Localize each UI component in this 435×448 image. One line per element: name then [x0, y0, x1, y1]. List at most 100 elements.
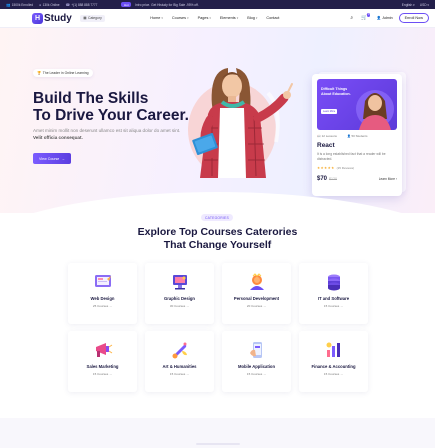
course-rating: ★★★★★ (15 Reviews): [317, 166, 397, 170]
promo-banner[interactable]: Hot Intro price. Get Histudy for Big Sal…: [121, 2, 199, 7]
phone-icon: ☎: [65, 2, 70, 7]
topbar-right: English ▾ USD ▾: [397, 3, 429, 7]
categories-heading: Explore Top Courses Caterories That Chan…: [0, 226, 435, 252]
search-icon[interactable]: ⌕: [350, 15, 353, 21]
currency-label: USD: [419, 2, 427, 7]
category-count: 25 Courses →: [92, 304, 113, 308]
course-price: $70: [317, 176, 328, 183]
category-name: Personal Development: [233, 296, 280, 301]
phone-info[interactable]: ☎ +(1) 888 888 7777: [66, 3, 98, 7]
category-card-finance-accounting[interactable]: Finance & Accounting 15 Courses →: [299, 331, 368, 392]
graphic-design-icon: [172, 275, 187, 290]
category-card-web-design[interactable]: Web Design 25 Courses →: [68, 263, 137, 324]
lessons-count: 📖 12 Lessons: [317, 134, 337, 138]
category-count-label: 30 Courses: [169, 304, 186, 308]
nav-item-courses[interactable]: Courses ▾: [172, 16, 189, 20]
course-card[interactable]: Difficult Things About Education. Learn …: [312, 74, 402, 196]
category-card-it-software[interactable]: IT and Software 15 Courses →: [299, 263, 368, 324]
leader-badge: 🏆 The Leader in Online Learning: [33, 69, 93, 77]
hero-subtitle-text: Amet minim mollit non deserunt ullamco e…: [33, 128, 181, 133]
category-count-label: 15 Courses: [323, 372, 340, 376]
phone-text: +(1) 888 888 7777: [71, 2, 98, 7]
trophy-icon: 🏆: [37, 71, 42, 75]
category-count: 15 Courses →: [323, 372, 344, 376]
logo[interactable]: H Study: [32, 12, 72, 24]
nav-item-pages[interactable]: Pages ▾: [198, 16, 211, 20]
category-button[interactable]: ▦ Category: [79, 14, 106, 22]
personal-development-icon: [249, 273, 264, 290]
grid-icon: ▦: [83, 16, 87, 20]
mobile-application-icon: [249, 342, 262, 358]
reviews-count: (15 Reviews): [336, 166, 355, 171]
nav-label: Blog: [247, 16, 255, 20]
cart-count: 0: [366, 13, 371, 17]
view-course-label: View Course: [39, 156, 60, 161]
course-old-price: $120: [329, 177, 338, 182]
nav-label: Pages: [197, 16, 209, 20]
category-card-art-humanities[interactable]: Art & Humanities 15 Courses →: [145, 331, 214, 392]
categories-heading-line1: Explore Top Courses Caterories: [137, 226, 298, 238]
category-name: Graphic Design: [164, 296, 195, 301]
category-count: 15 Courses →: [169, 372, 190, 376]
chevron-down-icon: ▾: [161, 16, 163, 20]
category-name: Art & Humanities: [162, 364, 197, 369]
admin-link[interactable]: 👤 Admin: [376, 16, 392, 20]
categories-pill: CATEGORIES: [201, 214, 233, 221]
learn-more-link[interactable]: Learn More ›: [379, 177, 397, 181]
category-name: Mobile Application: [237, 364, 276, 369]
instructor-photo: [356, 90, 394, 130]
nav-label: Courses: [171, 16, 187, 20]
chevron-down-icon: ▾: [187, 16, 189, 20]
course-card-image: Difficult Things About Education. Learn …: [317, 79, 397, 130]
hero-student-image: [188, 68, 293, 178]
lessons-label: 12 Lessons: [321, 134, 337, 138]
nav-item-contact[interactable]: Contact: [266, 16, 279, 20]
category-card-graphic-design[interactable]: Graphic Design 30 Courses →: [145, 263, 214, 324]
category-name: Finance & Accounting: [311, 364, 356, 369]
category-card-mobile-application[interactable]: Mobile Application 15 Courses →: [222, 331, 291, 392]
chevron-down-icon: ▾: [209, 16, 211, 20]
category-count: 15 Courses →: [246, 372, 267, 376]
nav-item-home[interactable]: Home ▾: [150, 16, 163, 20]
course-title[interactable]: React: [317, 142, 397, 149]
nav-label: Contact: [266, 16, 280, 20]
course-meta: 📖 12 Lessons 👤 50 Students: [317, 134, 397, 138]
online-info: ● 130k Online: [39, 3, 60, 7]
nav-item-blog[interactable]: Blog ▾: [247, 16, 257, 20]
section-divider: [196, 443, 240, 445]
user-icon: 👤: [376, 16, 381, 20]
view-course-button[interactable]: View Course →: [33, 153, 71, 164]
category-count-label: 15 Courses: [92, 372, 109, 376]
users-icon: 👥: [6, 2, 11, 7]
sales-marketing-icon: [95, 343, 112, 357]
course-description: It is a long established fact that a rea…: [317, 152, 386, 161]
nav-item-elements[interactable]: Elements ▾: [220, 16, 238, 20]
hero-subtitle-bold: Velit officia consequat.: [33, 134, 83, 140]
enroll-now-button[interactable]: Enroll Now: [398, 13, 429, 23]
hero-section: 🏆 The Leader in Online Learning Build Th…: [0, 28, 435, 213]
category-count-label: 15 Courses: [246, 372, 263, 376]
language-select[interactable]: English ▾: [402, 3, 415, 7]
admin-label: Admin: [382, 16, 393, 20]
promo-text: Intro price. Get Histudy for Big Sale -9…: [135, 2, 199, 7]
header-actions: ⌕ 🛒 0 👤 Admin Enroll Now: [342, 13, 429, 23]
finance-accounting-icon: [326, 342, 340, 357]
main-nav: Home ▾ Courses ▾ Pages ▾ Elements ▾ Blog ▾ Co…: [150, 16, 288, 20]
category-count: 15 Courses →: [92, 372, 113, 376]
user-icon: ●: [39, 2, 42, 7]
learn-more-label: Learn More: [378, 177, 396, 182]
students-text: 1500k Enrolled: [11, 2, 33, 7]
online-text: 130k Online: [42, 2, 60, 7]
cart-icon[interactable]: 🛒 0: [361, 13, 371, 21]
category-card-sales-marketing[interactable]: Sales Marketing 15 Courses →: [68, 331, 137, 392]
chevron-down-icon: ▾: [255, 16, 258, 20]
category-label: Category: [88, 16, 102, 20]
students-label: 50 Students: [351, 134, 368, 138]
arrow-right-icon: →: [61, 156, 65, 161]
category-card-personal-development[interactable]: Personal Development 20 Courses →: [222, 263, 291, 324]
leader-badge-text: The Leader in Online Learning: [42, 71, 89, 75]
language-label: English: [401, 2, 413, 7]
course-card-footer: $70 $120 Learn More ›: [317, 176, 397, 182]
currency-select[interactable]: USD ▾: [420, 3, 429, 7]
students-count: 👤 50 Students: [346, 134, 368, 138]
